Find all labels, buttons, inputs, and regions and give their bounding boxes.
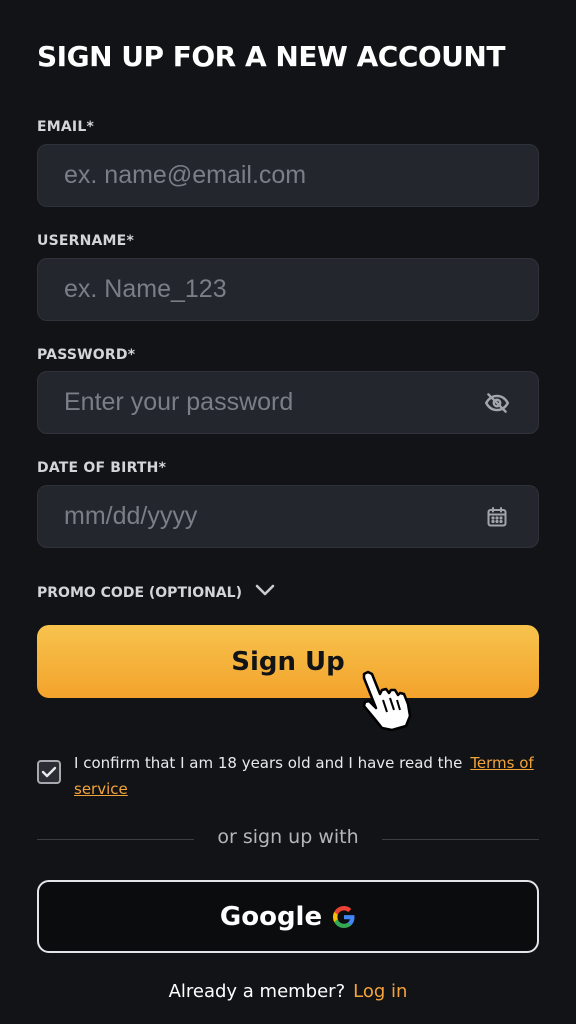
email-field-container <box>37 144 539 207</box>
terms-checkbox[interactable] <box>37 760 61 784</box>
eye-off-icon[interactable] <box>484 390 510 416</box>
log-in-link[interactable]: Log in <box>353 981 407 1002</box>
password-input[interactable] <box>38 372 538 433</box>
calendar-icon[interactable] <box>484 504 510 530</box>
divider-right <box>382 839 539 840</box>
dob-label: DATE OF BIRTH* <box>37 460 167 476</box>
password-label: PASSWORD* <box>37 347 136 363</box>
email-input[interactable] <box>38 145 538 206</box>
chevron-down-icon <box>254 583 276 602</box>
username-label: USERNAME* <box>37 233 134 249</box>
username-input[interactable] <box>38 259 538 320</box>
password-field-container <box>37 371 539 434</box>
divider-text: or sign up with <box>217 826 359 848</box>
terms-text: I confirm that I am 18 years old and I h… <box>74 754 463 772</box>
promo-code-toggle[interactable]: PROMO CODE (OPTIONAL) <box>37 583 276 602</box>
checkmark-icon <box>41 766 57 778</box>
hand-cursor-icon <box>362 670 412 732</box>
terms-text-block: I confirm that I am 18 years old and I h… <box>74 750 542 802</box>
email-label: EMAIL* <box>37 119 94 135</box>
dob-field-container <box>37 485 539 548</box>
google-icon <box>333 905 355 928</box>
promo-code-label: PROMO CODE (OPTIONAL) <box>37 584 242 601</box>
page-title: SIGN UP FOR A NEW ACCOUNT <box>37 40 505 73</box>
sign-up-button-label: Sign Up <box>231 646 345 677</box>
google-button-label: Google <box>219 901 323 932</box>
already-member-text: Already a member? <box>168 981 346 1002</box>
google-signup-button[interactable]: Google <box>37 880 539 953</box>
sign-up-button[interactable]: Sign Up <box>37 625 539 698</box>
username-field-container <box>37 258 539 321</box>
dob-input[interactable] <box>38 486 538 547</box>
login-prompt: Already a member? Log in <box>0 981 576 1002</box>
